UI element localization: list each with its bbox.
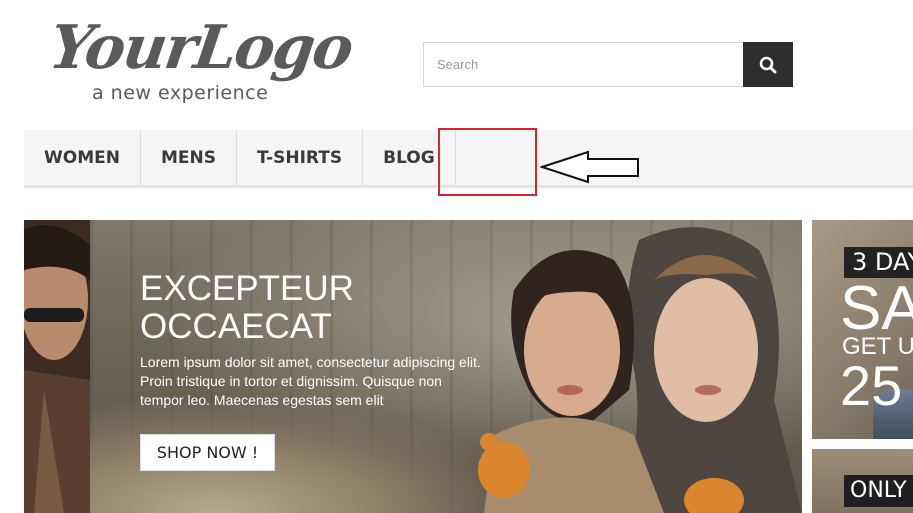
left-arrow-icon bbox=[540, 150, 639, 184]
shop-now-button[interactable]: SHOP NOW ! bbox=[140, 434, 275, 471]
side-promo-banner-sale[interactable]: 3 DAY SA GET U 25 bbox=[812, 220, 913, 439]
search-input[interactable] bbox=[423, 42, 744, 87]
logo-wordmark: YourLogo bbox=[45, 13, 356, 83]
side-banner-percent-text: 25 bbox=[840, 354, 903, 417]
search-button[interactable] bbox=[743, 42, 793, 87]
hero-description: Lorem ipsum dolor sit amet, consectetur … bbox=[140, 354, 481, 408]
nav-item-women[interactable]: WOMEN bbox=[24, 130, 141, 185]
side-banner-only-tag: ONLY bbox=[844, 475, 913, 507]
side-promo-banner-only[interactable]: ONLY bbox=[812, 449, 913, 513]
banner-women-image bbox=[478, 227, 802, 513]
hero-banner[interactable]: EXCEPTEUR OCCAECAT Lorem ipsum dolor sit… bbox=[24, 220, 802, 513]
banner-man-image bbox=[24, 220, 90, 513]
annotation-highlight-box bbox=[438, 128, 537, 196]
hero-title-line-2: OCCAECAT bbox=[140, 307, 332, 346]
search-icon bbox=[759, 56, 777, 73]
logo-tagline: a new experience bbox=[92, 82, 269, 104]
site-logo[interactable]: YourLogo a new experience bbox=[45, 12, 356, 104]
nav-item-mens[interactable]: MENS bbox=[141, 130, 237, 185]
nav-item-t-shirts[interactable]: T-SHIRTS bbox=[237, 130, 364, 185]
hero-title-line-1: EXCEPTEUR bbox=[140, 269, 354, 308]
hero-title: EXCEPTEUR OCCAECAT bbox=[140, 270, 440, 346]
